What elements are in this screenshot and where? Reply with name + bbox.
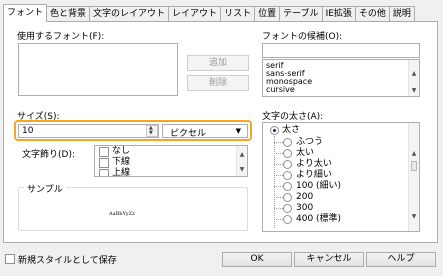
generic-font-list[interactable]: serif sans-serif monospace cursive ▲ ▼ [262, 59, 420, 97]
decoration-scrollbar[interactable]: ▲ ▼ [236, 146, 247, 176]
weight-option: ふつう [296, 137, 324, 147]
weight-radio[interactable] [283, 149, 292, 158]
remove-font-button[interactable]: 削除 [187, 75, 249, 91]
size-input[interactable]: 10 [18, 124, 159, 138]
weight-root-label: 太さ [282, 125, 301, 135]
tree-line [274, 136, 275, 228]
weight-radio[interactable] [283, 171, 292, 180]
font-candidates-label: フォントの候補(O): [262, 32, 343, 42]
tab-text-layout[interactable]: 文字のレイアウト [89, 6, 170, 22]
weight-scrollbar[interactable]: ▲ ▼ [408, 123, 419, 231]
checkbox-underline[interactable] [99, 158, 109, 168]
list-scrollbar[interactable]: ▲ ▼ [408, 60, 419, 96]
used-font-list[interactable] [18, 43, 178, 96]
save-as-style-label[interactable]: 新規スタイルとして保存 [18, 253, 117, 266]
checkbox-none[interactable] [99, 147, 109, 157]
add-font-button[interactable]: 追加 [187, 55, 249, 71]
weight-tree[interactable]: 太さ ふつう 太い より太い より細い 100 (細い) 200 300 400… [262, 122, 420, 232]
weight-option: 100 (細い) [296, 181, 342, 191]
tab-description[interactable]: 説明 [388, 6, 415, 22]
tree-line [274, 219, 283, 220]
used-font-label: 使用するフォント(F): [17, 32, 105, 42]
tab-color-background[interactable]: 色と背景 [46, 6, 91, 22]
decoration-list[interactable]: なし 下線 上線 ▲ ▼ [94, 145, 248, 177]
weight-radio[interactable] [283, 193, 292, 202]
chevron-down-icon: ▼ [235, 127, 241, 135]
tree-line [274, 186, 283, 187]
scroll-thumb[interactable] [411, 161, 417, 171]
tab-table[interactable]: テーブル [279, 6, 323, 22]
scroll-down-icon[interactable]: ▼ [237, 165, 247, 175]
tree-line [274, 142, 283, 143]
size-unit-select[interactable]: ピクセル ▼ [162, 124, 248, 139]
tab-bar: フォント 色と背景 文字のレイアウト レイアウト リスト 位置 テーブル IE拡… [3, 4, 415, 22]
weight-option: 太い [296, 148, 315, 158]
tab-list[interactable]: リスト [220, 6, 256, 22]
sample-label: サンプル [24, 182, 66, 195]
weight-radio[interactable] [283, 215, 292, 224]
decoration-label: 文字飾り(D): [22, 150, 75, 160]
tree-line [274, 175, 283, 176]
size-unit-value: ピクセル [170, 129, 207, 139]
font-tab-panel: 使用するフォント(F): 追加 削除 フォントの候補(O): serif san… [3, 21, 438, 243]
help-button[interactable]: ヘルプ [366, 252, 436, 267]
sample-text: AaBbYyZz [109, 211, 135, 217]
weight-radio[interactable] [283, 160, 292, 169]
tree-line [274, 153, 283, 154]
list-item[interactable]: cursive [266, 85, 295, 94]
weight-radio[interactable] [283, 182, 292, 191]
tree-line [274, 197, 283, 198]
weight-option: 300 [296, 203, 314, 213]
ok-button[interactable]: OK [222, 252, 292, 267]
tree-line [274, 208, 283, 209]
tab-ie-extension[interactable]: IE拡張 [321, 6, 356, 22]
decoration-option: 下線 [112, 157, 131, 167]
decoration-option: なし [112, 146, 131, 156]
scroll-up-icon[interactable]: ▲ [237, 150, 247, 160]
checkbox-overline[interactable] [99, 169, 109, 176]
weight-option: より太い [296, 159, 332, 169]
spin-down-icon[interactable]: ▼ [149, 131, 153, 136]
weight-option: 200 [296, 192, 314, 202]
scroll-up-icon[interactable]: ▲ [409, 69, 419, 79]
cancel-button[interactable]: キャンセル [294, 252, 364, 267]
font-dialog: フォント 色と背景 文字のレイアウト レイアウト リスト 位置 テーブル IE拡… [0, 0, 443, 276]
tree-line [274, 164, 283, 165]
font-candidate-input[interactable] [262, 43, 420, 58]
decoration-option: 上線 [112, 168, 131, 177]
scroll-down-icon[interactable]: ▼ [409, 86, 419, 96]
scroll-down-icon[interactable]: ▼ [409, 212, 419, 222]
scroll-up-icon[interactable]: ▲ [409, 149, 419, 159]
size-spinner[interactable]: ▲ ▼ [146, 125, 158, 137]
tab-font[interactable]: フォント [3, 4, 48, 22]
tab-other[interactable]: その他 [354, 6, 390, 22]
weight-option: 400 (標準) [296, 214, 342, 224]
save-as-style-checkbox[interactable] [5, 254, 15, 264]
weight-radio-root[interactable] [270, 126, 279, 135]
weight-radio[interactable] [283, 204, 292, 213]
weight-label: 文字の太さ(A): [262, 112, 324, 122]
weight-option: より細い [296, 170, 332, 180]
tab-position[interactable]: 位置 [254, 6, 281, 22]
tab-layout[interactable]: レイアウト [168, 6, 222, 22]
weight-radio[interactable] [283, 138, 292, 147]
